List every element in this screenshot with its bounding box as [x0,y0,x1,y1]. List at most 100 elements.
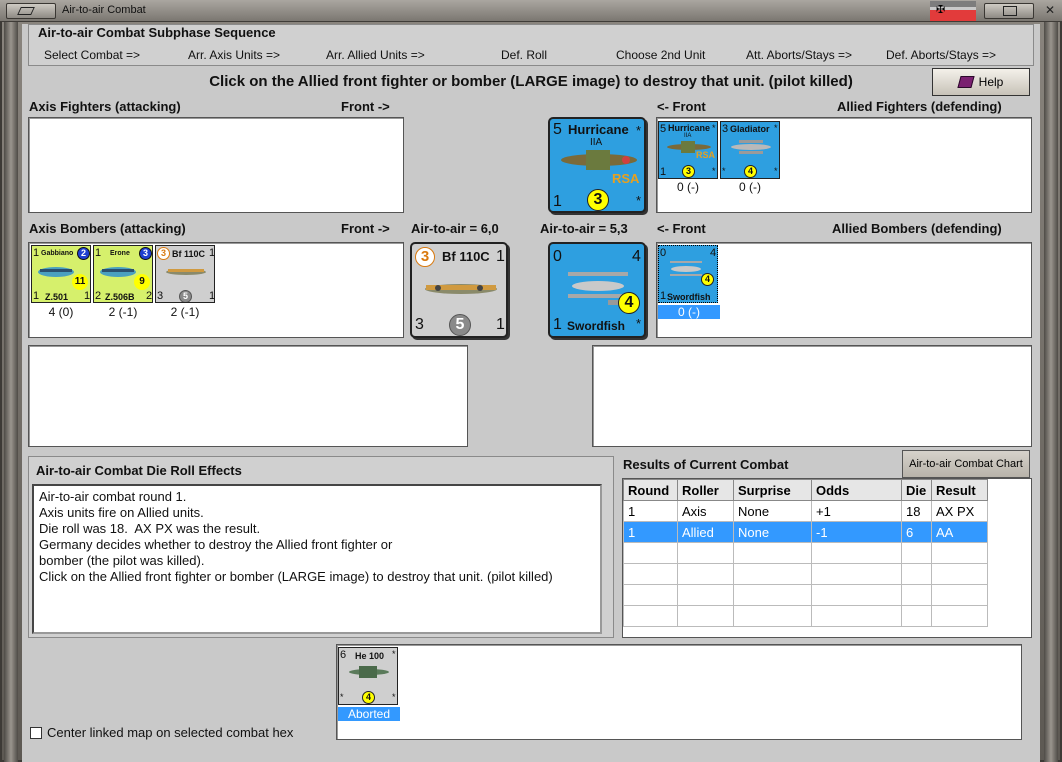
counter-name: Bf 110C [172,249,206,259]
big-allied-fighter-counter[interactable]: 5 Hurricane IIA * RSA 1 3 * [548,117,646,213]
center-map-checkbox[interactable] [30,727,42,739]
left-frame-rail [4,22,18,762]
axis-fighters-label: Axis Fighters (attacking) [29,99,181,114]
results-title: Results of Current Combat [623,457,789,472]
axis-air-to-air-label: Air-to-air = 6,0 [411,221,499,236]
axis-bomber-bf110c[interactable]: 3 Bf 110C 1 3 5 1 [155,245,215,303]
counter-circle: 9 [134,274,150,290]
seaplane-icon [38,267,74,277]
counter-circle: 3 [587,189,609,211]
effects-title: Air-to-air Combat Die Roll Effects [36,463,242,478]
counter-name: Gabbiano [41,250,74,257]
system-menu-button[interactable] [6,3,56,19]
window-title: Air-to-air Combat [62,4,146,16]
counter-tr: 1 [209,247,215,259]
counter-bl: 3 [157,290,164,302]
allied-fighter-hurricane[interactable]: 5 Hurricane IIA * RSA 1 3 * [658,121,718,179]
counter-name: Hurricane [568,122,629,137]
close-icon[interactable]: ✕ [1042,3,1058,19]
counter-br: * [774,166,778,176]
counter-bl: * [722,166,726,176]
cell-surprise: None [733,500,812,522]
counter-circle: 11 [72,274,88,290]
help-button[interactable]: Help [932,68,1030,96]
counter-badge: 3 [139,247,152,260]
axis-bomber-erone[interactable]: 1 Erone 3 9 2 Z.506B 2 [93,245,153,303]
counter-tl: 5 [660,123,667,135]
right-frame-rail [1044,22,1058,762]
allied-bombers-label: Allied Bombers (defending) [832,221,1002,236]
counter-name: Swordfish [667,292,711,302]
effects-textarea[interactable]: Air-to-air combat round 1. Axis units fi… [32,484,602,634]
counter-br: 1 [496,316,505,333]
maximize-icon [1003,6,1017,16]
counter-tag: RSA [612,171,640,186]
aborted-units-panel[interactable] [336,644,1022,740]
effects-line: Die roll was 18. AX PX was the result. [39,521,261,536]
col-roller[interactable]: Roller [677,479,734,501]
counter-tl: 3 [415,247,435,267]
step-choose-2nd: Choose 2nd Unit [616,48,706,62]
allied-bombers-front-label: <- Front [657,221,706,236]
counter-br: 1 [84,290,91,302]
counter-bl: 1 [553,193,562,210]
cell-round: 1 [623,521,678,543]
counter-model: Z.506B [105,292,135,302]
table-row-selected[interactable]: 1 Allied None -1 6 AA [623,521,988,543]
table-row[interactable]: 1 Axis None +1 18 AX PX [623,500,988,522]
col-surprise[interactable]: Surprise [733,479,812,501]
step-def-aborts: Def. Aborts/Stays => [886,48,997,62]
counter-bl: 1 [33,290,40,302]
big-allied-bomber-counter[interactable]: 0 4 4 1 Swordfish * [548,242,646,338]
counter-br: * [392,692,396,702]
effects-line: Axis units fire on Allied units. [39,505,204,520]
axis-bomber-gabbiano[interactable]: 1 Gabbiano 2 11 1 Z.501 1 [31,245,91,303]
counter-br: * [636,193,642,208]
instruction-text: Click on the Allied front fighter or bom… [209,73,853,90]
counter-badge: 2 [77,247,90,260]
axis-bomber-status: 2 (-1) [108,305,138,319]
col-die[interactable]: Die [901,479,932,501]
hurricane-plane-icon [561,150,637,170]
aborted-he100-counter[interactable]: 6 He 100 * * 4 * [338,647,398,705]
maximize-button[interactable] [984,3,1034,19]
table-row-empty [623,542,988,564]
help-label: Help [978,75,1004,89]
allied-bomber-status: 0 (-) [658,305,720,319]
big-axis-bomber-counter[interactable]: 3 Bf 110C 1 3 5 1 [410,242,508,338]
counter-name: Erone [110,250,130,257]
axis-reserve-panel[interactable] [28,345,468,447]
col-round[interactable]: Round [623,479,678,501]
axis-fighters-panel[interactable] [28,117,404,213]
cell-round: 1 [623,500,678,522]
results-header-row: Round Roller Surprise Odds Die Result [623,479,988,501]
cell-result: AX PX [931,500,988,522]
counter-bl: 2 [95,290,102,302]
bf110-plane-icon [166,269,206,275]
counter-name: Bf 110C [442,249,490,264]
cell-surprise: None [733,521,812,543]
counter-tr: 4 [710,247,717,259]
counter-circle: 3 [682,165,695,178]
aborted-status: Aborted [338,707,400,721]
center-map-label: Center linked map on selected combat hex [47,725,294,740]
sequence-title: Air-to-air Combat Subphase Sequence [36,25,278,40]
axis-bomber-status: 2 (-1) [170,305,200,319]
results-table-container: Round Roller Surprise Odds Die Result 1 … [622,478,1032,638]
window-icon [17,7,35,15]
col-odds[interactable]: Odds [811,479,902,501]
counter-tl: 1 [33,247,40,259]
allied-fighter-gladiator[interactable]: 3 Gladiator * * 4 * [720,121,780,179]
allied-fighters-label: Allied Fighters (defending) [837,99,1002,114]
counter-tl: 1 [95,247,102,259]
allied-reserve-panel[interactable] [592,345,1032,447]
counter-circle: 4 [362,691,375,704]
counter-circle: 5 [179,290,192,302]
allied-bomber-swordfish[interactable]: 0 4 4 1 Swordfish [658,245,718,303]
counter-br: * [712,166,716,176]
col-result[interactable]: Result [931,479,988,501]
counter-bl: * [340,692,344,702]
allied-fighter-status: 0 (-) [677,180,699,194]
counter-name: He 100 [355,651,385,661]
combat-chart-button[interactable]: Air-to-air Combat Chart [902,450,1030,478]
